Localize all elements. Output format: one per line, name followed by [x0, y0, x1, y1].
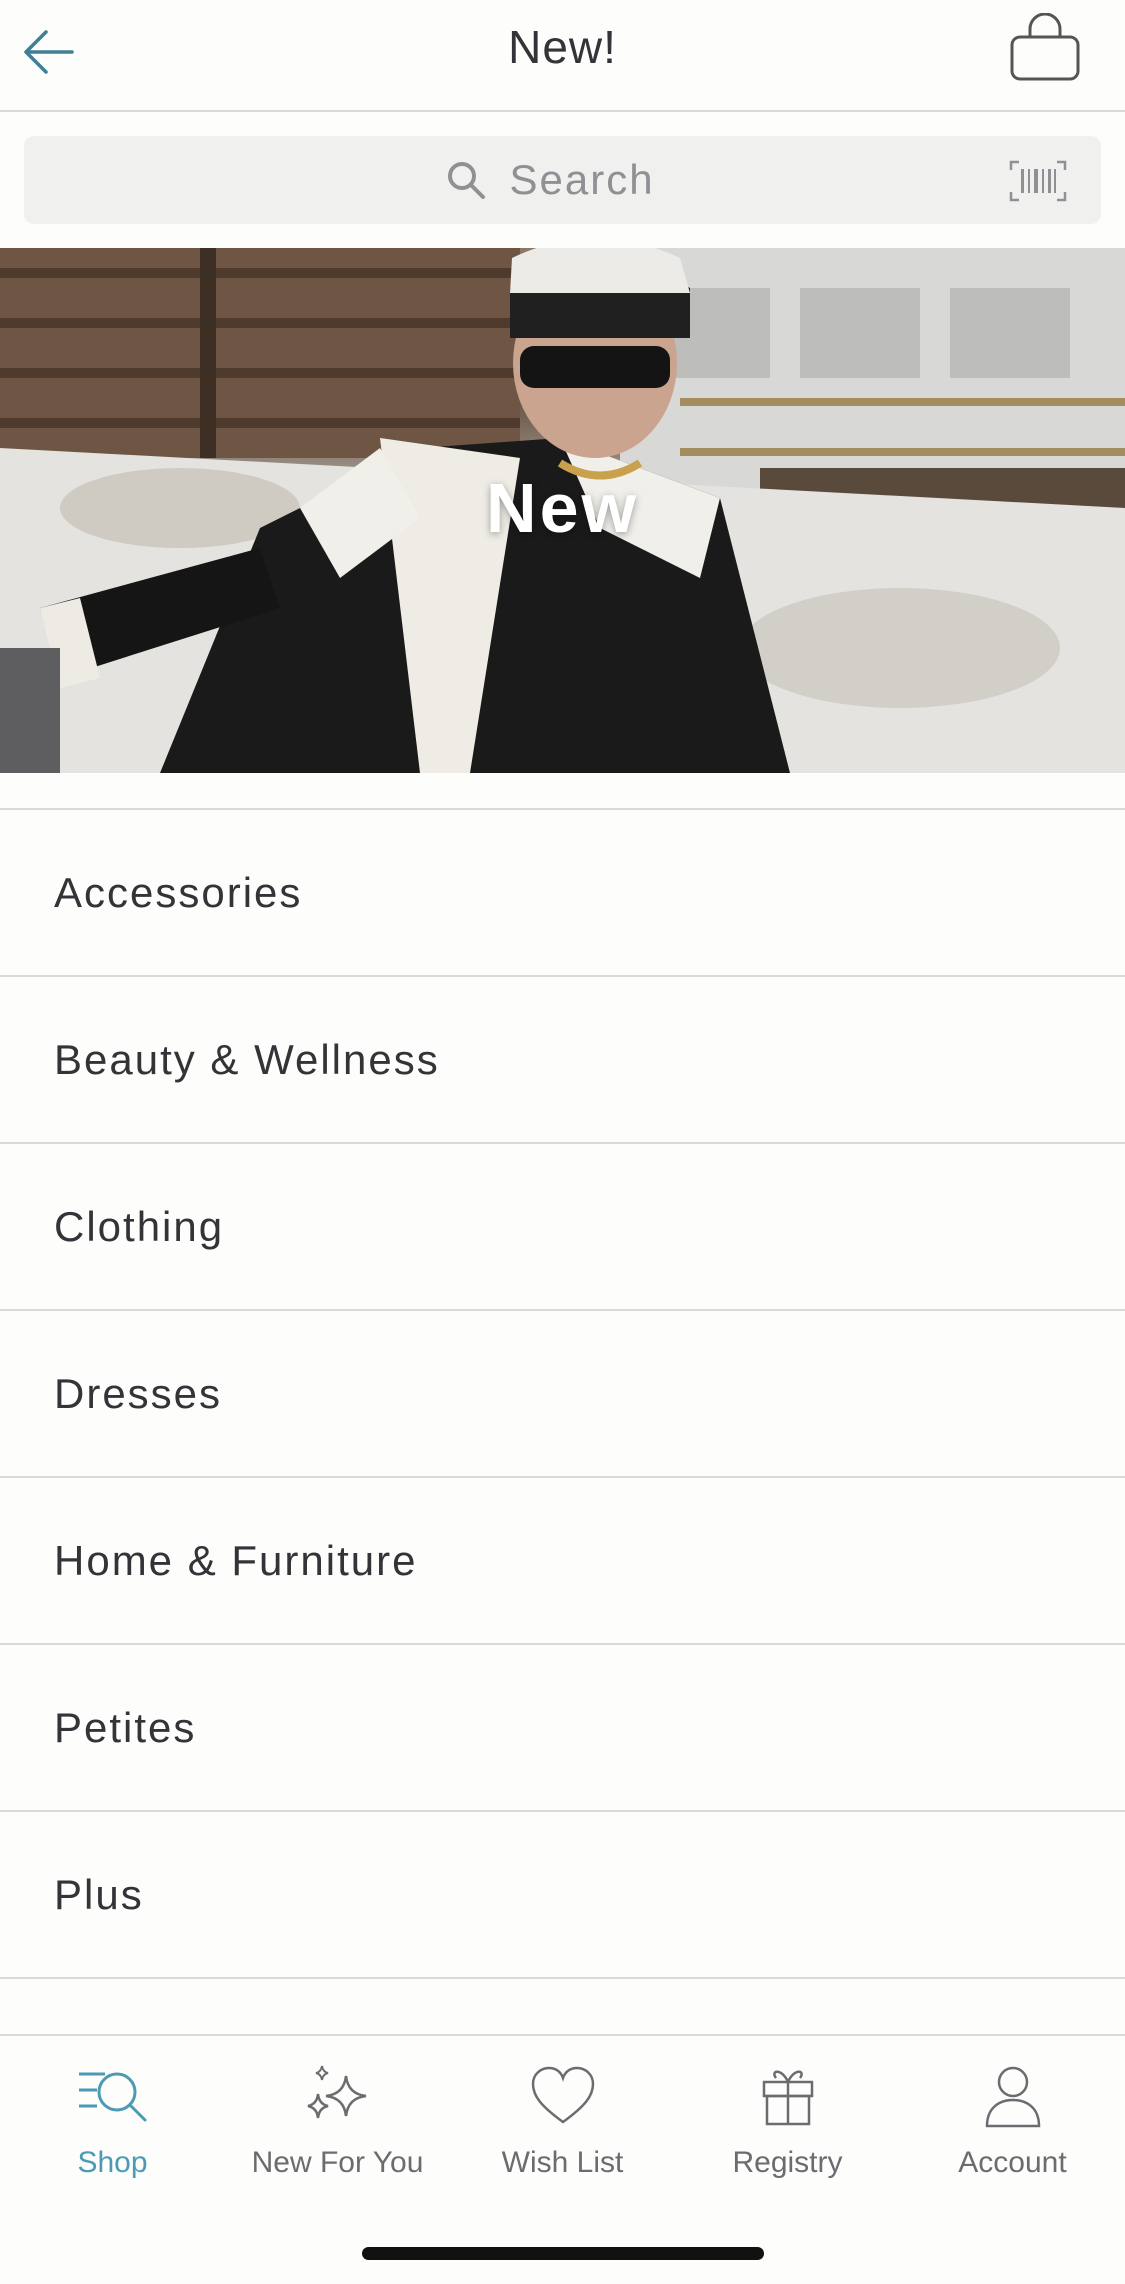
tab-registry[interactable]: Registry	[675, 2056, 900, 2206]
category-label: Plus	[54, 1870, 144, 1918]
sparkles-icon	[307, 2065, 366, 2119]
category-item-dresses[interactable]: Dresses	[0, 1311, 1125, 1478]
tab-label: Wish List	[501, 2146, 624, 2179]
heart-icon	[531, 2066, 594, 2124]
person-icon	[985, 2066, 1040, 2128]
category-label: Beauty & Wellness	[54, 1035, 440, 1083]
shopping-bag-button[interactable]	[1005, 10, 1085, 86]
search-bar[interactable]	[24, 136, 1101, 224]
tab-new-for-you[interactable]: New For You	[225, 2056, 450, 2206]
category-item-beauty-wellness[interactable]: Beauty & Wellness	[0, 977, 1125, 1144]
page-title: New!	[508, 21, 617, 73]
category-item-petites[interactable]: Petites	[0, 1645, 1125, 1812]
category-item-accessories[interactable]: Accessories	[0, 810, 1125, 977]
tab-account[interactable]: Account	[900, 2056, 1125, 2206]
barcode-scan-icon[interactable]	[1009, 160, 1067, 202]
category-label: Petites	[54, 1703, 197, 1751]
category-item-clothing[interactable]: Clothing	[0, 1144, 1125, 1311]
shopping-bag-icon	[1010, 13, 1080, 81]
search-input[interactable]	[509, 156, 680, 204]
tab-shop[interactable]: Shop	[0, 2056, 225, 2206]
hero-title: New	[486, 469, 639, 547]
top-nav-bar: New!	[0, 0, 1125, 112]
gift-icon	[762, 2070, 813, 2126]
search-icon	[447, 162, 485, 199]
hero-banner[interactable]: New	[0, 248, 1125, 773]
category-label: Dresses	[54, 1369, 223, 1417]
tab-label: Shop	[77, 2146, 148, 2179]
tab-label: New For You	[251, 2146, 424, 2179]
home-indicator	[362, 2247, 764, 2260]
shop-search-icon	[78, 2072, 146, 2122]
category-item-home-furniture[interactable]: Home & Furniture	[0, 1478, 1125, 1645]
category-list: Accessories Beauty & Wellness Clothing D…	[0, 808, 1125, 1979]
category-label: Accessories	[54, 868, 303, 916]
category-item-plus[interactable]: Plus	[0, 1812, 1125, 1979]
tab-wish-list[interactable]: Wish List	[450, 2056, 675, 2206]
tab-label: Registry	[732, 2146, 843, 2179]
category-label: Home & Furniture	[54, 1536, 418, 1584]
category-label: Clothing	[54, 1202, 225, 1250]
tab-label: Account	[958, 2146, 1067, 2179]
